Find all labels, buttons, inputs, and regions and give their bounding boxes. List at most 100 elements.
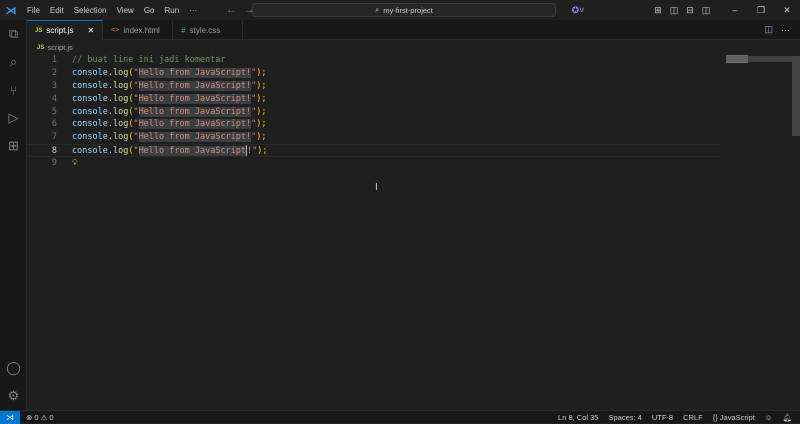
comment: // buat line ini jadi komentar <box>72 55 226 65</box>
lightbulb-icon[interactable]: 💡︎ <box>72 157 78 170</box>
mouse-ibeam-icon: I <box>375 182 378 193</box>
close-tab-icon[interactable]: ✕ <box>87 26 94 35</box>
tab-label: style.css <box>189 25 221 35</box>
menu-edit[interactable]: Edit <box>50 6 64 15</box>
account-icon[interactable]: ◯ <box>0 354 27 382</box>
copilot-icon[interactable]: ✪˅ <box>566 5 590 16</box>
token-close: ); <box>256 106 267 117</box>
token-function: log <box>112 80 129 91</box>
cursor-position[interactable]: Ln 8, Col 35 <box>558 413 598 422</box>
selected-string: Hello from JavaScript <box>138 106 247 117</box>
token-object: console <box>72 146 108 157</box>
tab-style-css[interactable]: # style.css <box>173 20 244 40</box>
code-line: 5 console.log("Hello from JavaScript!"); <box>27 106 800 119</box>
line-number: 4 <box>51 93 57 104</box>
code-line: 9 💡︎ <box>27 157 800 170</box>
minimize-icon[interactable]: – <box>722 5 748 15</box>
breadcrumb-file[interactable]: script.js <box>47 43 72 52</box>
search-label: my-first-project <box>383 5 433 15</box>
token-function: log <box>112 106 129 117</box>
language-mode[interactable]: {} JavaScript <box>713 413 755 422</box>
token-object: console <box>72 93 108 104</box>
menu-view[interactable]: View <box>117 6 134 15</box>
notifications-bell-icon[interactable]: 🔔︎ <box>782 413 792 422</box>
selected-string: Hello from JavaScript <box>138 67 247 78</box>
token-function: log <box>112 146 129 157</box>
source-control-icon[interactable]: ⑂ <box>0 76 27 104</box>
token-function: log <box>112 132 129 143</box>
line-number: 9 <box>51 158 57 169</box>
token-object: console <box>72 119 108 130</box>
js-file-icon: JS <box>37 44 45 51</box>
tab-index-html[interactable]: <> index.html <box>103 20 174 40</box>
activity-bar: ⧉ ⌕ ⑂ ▷ ⊞ ◯ ⚙ <box>0 20 27 410</box>
line-number: 2 <box>51 67 57 78</box>
search-icon: ⌕ <box>375 5 380 14</box>
selected-string: Hello from JavaScript <box>138 146 247 157</box>
token-close: ); <box>256 67 267 78</box>
toggle-panel-icon[interactable]: ⊟ <box>682 5 698 16</box>
menu-run[interactable]: Run <box>164 6 179 15</box>
menu-selection[interactable]: Selection <box>74 6 107 15</box>
line-number: 5 <box>51 106 57 117</box>
token-close: ); <box>256 132 267 143</box>
token-function: log <box>112 93 129 104</box>
remote-icon[interactable]: ⋊ <box>0 410 20 424</box>
token-quote: " <box>133 132 139 143</box>
token-quote: " <box>133 80 139 91</box>
search-view-icon[interactable]: ⌕ <box>0 48 27 76</box>
line-number: 7 <box>51 132 57 143</box>
token-quote: " <box>133 146 139 157</box>
line-number: 3 <box>51 80 57 91</box>
explorer-icon[interactable]: ⧉ <box>0 20 27 48</box>
tab-script-js[interactable]: JS script.js ✕ <box>27 20 104 40</box>
tab-label: index.html <box>123 25 160 35</box>
selected-string: Hello from JavaScript <box>138 80 247 91</box>
close-window-icon[interactable]: ✕ <box>774 5 800 16</box>
line-number: 8 <box>51 146 57 157</box>
status-bar: ⋊ ⊗ 0 ⚠ 0 Ln 8, Col 35 Spaces: 4 UTF-8 C… <box>0 410 800 424</box>
token-close: ); <box>256 93 267 104</box>
tab-label: script.js <box>46 26 74 35</box>
command-center-search[interactable]: ⌕ my-first-project <box>252 3 556 17</box>
code-line: 8 console.log("Hello from JavaScript!"); <box>27 144 720 158</box>
code-editor[interactable]: 1 // buat line ini jadi komentar 2 consol… <box>27 54 800 410</box>
title-bar: ⋊ File Edit Selection View Go Run ··· ← →… <box>0 0 800 20</box>
selected-string: Hello from JavaScript <box>138 93 247 104</box>
menu-file[interactable]: File <box>27 6 40 15</box>
token-object: console <box>72 106 108 117</box>
more-actions-icon[interactable]: ··· <box>781 25 790 35</box>
customize-layout-icon[interactable]: ⊞ <box>650 5 666 16</box>
run-debug-icon[interactable]: ▷ <box>0 104 27 132</box>
menu-more[interactable]: ··· <box>189 6 197 15</box>
encoding[interactable]: UTF-8 <box>652 413 673 422</box>
settings-gear-icon[interactable]: ⚙ <box>0 382 27 410</box>
copilot-status-icon[interactable]: ☺ <box>765 413 773 422</box>
vscode-logo-icon: ⋊ <box>5 4 17 17</box>
problems-indicator[interactable]: ⊗ 0 ⚠ 0 <box>26 413 54 422</box>
token-close: ); <box>256 80 267 91</box>
token-close: ); <box>256 119 267 130</box>
toggle-secondary-sidebar-icon[interactable]: ◫ <box>698 5 714 16</box>
extensions-icon[interactable]: ⊞ <box>0 132 27 160</box>
token-quote: " <box>133 93 139 104</box>
css-file-icon: # <box>181 25 186 35</box>
vertical-scrollbar[interactable] <box>792 56 800 136</box>
selected-string: Hello from JavaScript <box>138 119 247 130</box>
js-file-icon: JS <box>35 27 43 34</box>
back-arrow-icon[interactable]: ← <box>226 5 236 16</box>
code-line: 1 // buat line ini jadi komentar <box>27 54 800 67</box>
minimap[interactable] <box>726 56 792 62</box>
restore-icon[interactable]: ❐ <box>748 5 774 16</box>
token-object: console <box>72 132 108 143</box>
split-editor-icon[interactable]: ◫ <box>764 24 773 35</box>
line-number: 6 <box>51 119 57 130</box>
indentation[interactable]: Spaces: 4 <box>608 413 641 422</box>
menu-go[interactable]: Go <box>144 6 155 15</box>
token-function: log <box>112 119 129 130</box>
toggle-primary-sidebar-icon[interactable]: ◫ <box>666 5 682 16</box>
code-line: 6 console.log("Hello from JavaScript!"); <box>27 118 800 131</box>
code-line: 2 console.log("Hello from JavaScript!"); <box>27 67 800 80</box>
token-close: ); <box>257 146 268 157</box>
end-of-line[interactable]: CRLF <box>683 413 703 422</box>
